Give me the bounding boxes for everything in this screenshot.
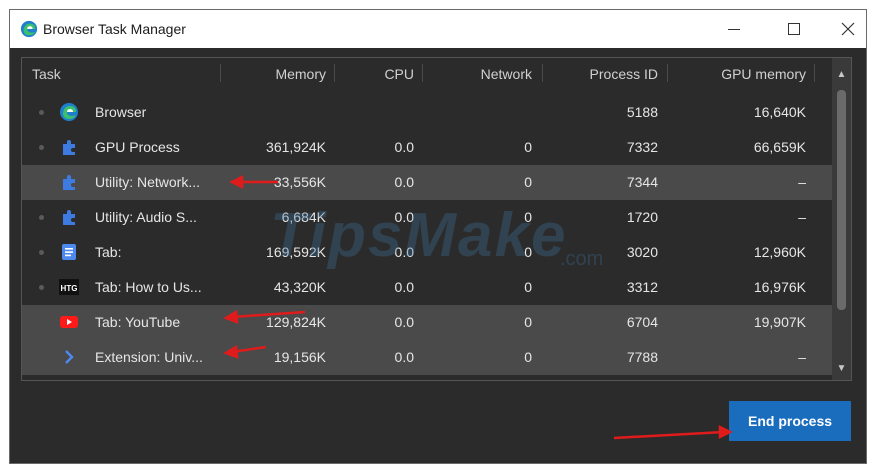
column-separator[interactable] xyxy=(334,64,335,82)
memory-value: 129,824K xyxy=(266,314,326,330)
column-header-memory[interactable]: Memory xyxy=(222,66,326,82)
status-dot xyxy=(39,110,44,115)
column-header-network[interactable]: Network xyxy=(426,66,532,82)
table-header: Task Memory CPU Network Process ID GPU m… xyxy=(22,58,832,88)
gpu-memory-value: – xyxy=(798,174,806,190)
puzzle-icon xyxy=(63,140,75,155)
status-dot xyxy=(39,215,44,220)
edge-icon xyxy=(60,103,78,121)
status-dot xyxy=(39,145,44,150)
minimize-button[interactable] xyxy=(704,10,764,48)
network-value: 0 xyxy=(524,139,532,155)
task-name: Tab: How to Us... xyxy=(95,279,202,295)
memory-value: 19,156K xyxy=(273,349,326,365)
table-row[interactable]: Extension: Univ... 19,156K 0.0 0 7788 – xyxy=(22,340,832,375)
column-header-task[interactable]: Task xyxy=(32,66,61,82)
process-id-value: 7344 xyxy=(626,174,658,190)
memory-value: 33,556K xyxy=(273,174,326,190)
status-dot xyxy=(39,285,44,290)
extension-chevron-icon xyxy=(65,350,74,364)
cpu-value: 0.0 xyxy=(394,174,414,190)
column-separator[interactable] xyxy=(814,64,815,82)
table-row[interactable]: Browser 5188 16,640K xyxy=(22,95,832,130)
column-separator[interactable] xyxy=(542,64,543,82)
status-dot xyxy=(39,250,44,255)
network-value: 0 xyxy=(524,279,532,295)
column-header-gpu-memory[interactable]: GPU memory xyxy=(672,66,806,82)
close-button[interactable] xyxy=(818,10,870,48)
column-separator[interactable] xyxy=(422,64,423,82)
process-id-value: 7332 xyxy=(626,139,658,155)
task-name: Tab: YouTube xyxy=(95,314,181,330)
column-separator[interactable] xyxy=(667,64,668,82)
scroll-thumb[interactable] xyxy=(837,90,846,310)
close-icon xyxy=(841,22,855,36)
gpu-memory-value: 16,976K xyxy=(753,279,806,295)
htg-icon: HTG xyxy=(59,279,79,295)
gpu-memory-value: – xyxy=(798,349,806,365)
cpu-value: 0.0 xyxy=(394,139,414,155)
gpu-memory-value: 66,659K xyxy=(753,139,806,155)
scroll-down-arrow-icon[interactable]: ▼ xyxy=(832,358,851,378)
end-process-button[interactable]: End process xyxy=(729,401,851,441)
column-header-process-id[interactable]: Process ID xyxy=(546,66,658,82)
htg-logo-text: HTG xyxy=(61,284,78,293)
table-row[interactable]: Utility: Network... 33,556K 0.0 0 7344 – xyxy=(22,165,832,200)
process-id-value: 3312 xyxy=(626,279,658,295)
gpu-memory-value: 19,907K xyxy=(753,314,806,330)
watermark-suffix: .com xyxy=(560,248,604,270)
task-name: Browser xyxy=(95,104,147,120)
network-value: 0 xyxy=(524,314,532,330)
task-name: Utility: Network... xyxy=(95,174,201,190)
task-name: GPU Process xyxy=(95,139,180,155)
process-id-value: 5188 xyxy=(626,104,658,120)
watermark: TipsMake xyxy=(270,201,568,270)
memory-value: 361,924K xyxy=(266,139,326,155)
cpu-value: 0.0 xyxy=(394,349,414,365)
table-row[interactable]: Tab: YouTube 129,824K 0.0 0 6704 19,907K xyxy=(22,305,832,340)
column-separator[interactable] xyxy=(220,64,221,82)
title-bar[interactable]: Browser Task Manager xyxy=(10,10,866,48)
scroll-up-arrow-icon[interactable]: ▲ xyxy=(832,64,851,84)
cpu-value: 0.0 xyxy=(394,314,414,330)
process-id-value: 7788 xyxy=(626,349,658,365)
gpu-memory-value: – xyxy=(798,209,806,225)
window-title: Browser Task Manager xyxy=(43,21,186,37)
network-value: 0 xyxy=(524,174,532,190)
task-name: Utility: Audio S... xyxy=(95,209,197,225)
gpu-memory-value: 16,640K xyxy=(753,104,806,120)
network-value: 0 xyxy=(524,349,532,365)
maximize-button[interactable] xyxy=(764,10,824,48)
task-name: Extension: Univ... xyxy=(95,349,203,365)
memory-value: 43,320K xyxy=(273,279,326,295)
gpu-memory-value: 12,960K xyxy=(753,244,806,260)
process-id-value: 6704 xyxy=(626,314,658,330)
minimize-icon xyxy=(728,28,740,30)
cpu-value: 0.0 xyxy=(394,279,414,295)
puzzle-icon xyxy=(63,210,75,225)
document-icon xyxy=(62,244,76,260)
maximize-icon xyxy=(788,23,800,35)
table-row[interactable]: HTG Tab: How to Us... 43,320K 0.0 0 3312… xyxy=(22,270,832,305)
task-name: Tab: xyxy=(95,244,122,260)
youtube-icon xyxy=(60,316,78,328)
puzzle-icon xyxy=(63,175,75,190)
column-header-cpu[interactable]: CPU xyxy=(338,66,414,82)
vertical-scrollbar[interactable]: ▲ ▼ xyxy=(832,58,851,380)
table-row[interactable]: GPU Process 361,924K 0.0 0 7332 66,659K xyxy=(22,130,832,165)
edge-icon xyxy=(20,20,38,38)
